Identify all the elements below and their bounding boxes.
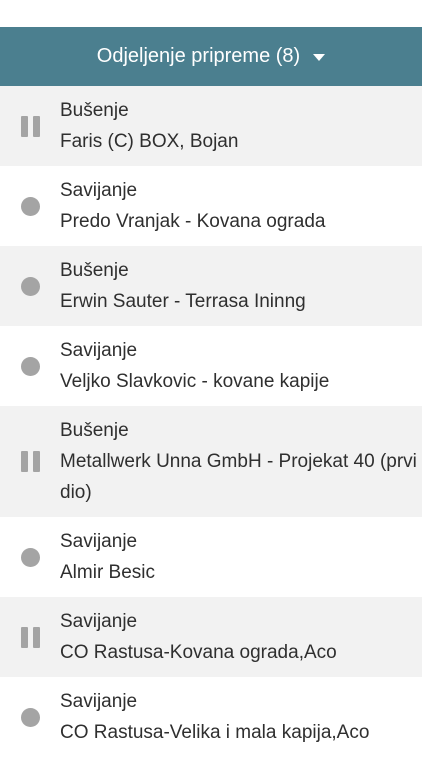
order-label: Faris (C) BOX, Bojan (60, 131, 239, 152)
list-item[interactable]: Savijanje CO Rastusa-Kovana ograda,Aco (0, 597, 422, 677)
order-label: Veljko Slavkovic - kovane kapije (60, 371, 330, 392)
list-item[interactable]: Savijanje Predo Vranjak - Kovana ograda (0, 166, 422, 246)
order-label: Metallwerk Unna GmbH - Projekat 40 (prvi… (60, 451, 417, 503)
order-label: Predo Vranjak - Kovana ograda (60, 211, 326, 232)
pause-icon (0, 626, 60, 648)
order-label: Almir Besic (60, 562, 156, 583)
circle-icon (0, 276, 60, 296)
pause-icon (0, 115, 60, 137)
department-dropdown[interactable]: Odjeljenje pripreme (8) (0, 27, 422, 86)
pause-icon (0, 451, 60, 472)
operation-label: Savijanje (60, 691, 138, 712)
operation-label: Bušenje (60, 100, 129, 121)
order-label: CO Rastusa-Kovana ograda,Aco (60, 642, 337, 663)
list-item[interactable]: Savijanje Almir Besic (0, 517, 422, 597)
list-item[interactable]: Savijanje Veljko Slavkovic - kovane kapi… (0, 326, 422, 406)
status-bar-area (0, 0, 422, 27)
order-label: Erwin Sauter - Terrasa Ininng (60, 291, 306, 312)
caret-down-icon (313, 54, 326, 61)
circle-icon (0, 547, 60, 567)
operation-label: Savijanje (60, 611, 138, 632)
operation-label: Savijanje (60, 340, 138, 361)
task-list: Bušenje Faris (C) BOX, Bojan Savijanje P… (0, 86, 422, 757)
circle-icon (0, 707, 60, 727)
list-item[interactable]: Bušenje Faris (C) BOX, Bojan (0, 86, 422, 166)
list-item[interactable]: Bušenje Erwin Sauter - Terrasa Ininng (0, 246, 422, 326)
list-item[interactable]: Bušenje Metallwerk Unna GmbH - Projekat … (0, 406, 422, 517)
operation-label: Savijanje (60, 531, 138, 552)
circle-icon (0, 356, 60, 376)
list-item[interactable]: Savijanje CO Rastusa-Velika i mala kapij… (0, 677, 422, 757)
operation-label: Bušenje (60, 420, 129, 441)
order-label: CO Rastusa-Velika i mala kapija,Aco (60, 722, 370, 743)
department-title: Odjeljenje pripreme (8) (96, 45, 301, 67)
circle-icon (0, 196, 60, 216)
operation-label: Bušenje (60, 260, 129, 281)
operation-label: Savijanje (60, 180, 138, 201)
